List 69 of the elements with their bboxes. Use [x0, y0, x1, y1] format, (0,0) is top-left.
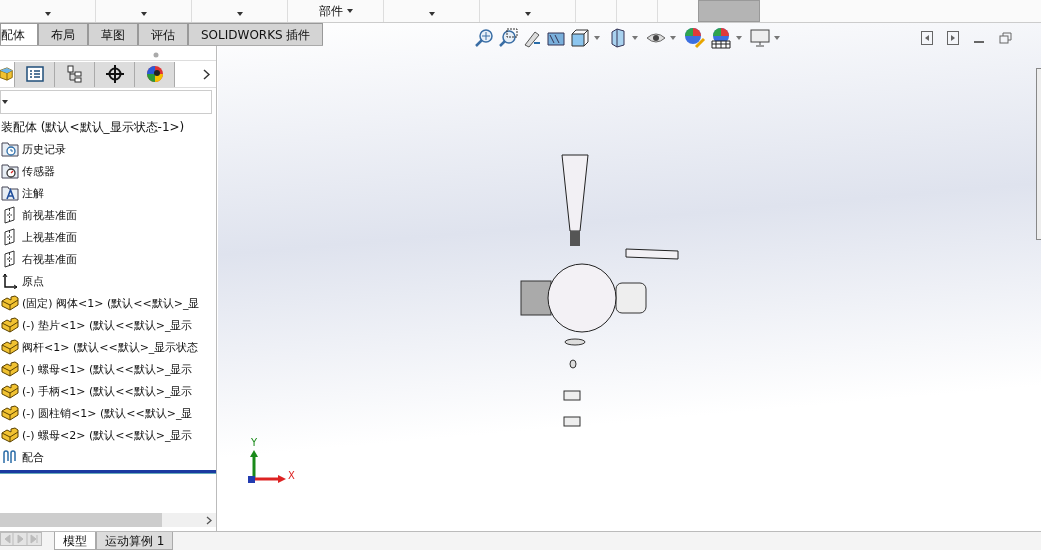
tree-item[interactable]: (固定) 阀体<1> (默认<<默认>_显: [22, 295, 200, 311]
tree-item[interactable]: 注解: [22, 185, 44, 201]
scene-icon[interactable]: [710, 27, 732, 49]
tree-item[interactable]: (-) 螺母<1> (默认<<默认>_显示: [22, 361, 193, 377]
cube-icon: [0, 66, 14, 82]
chevron-right-icon[interactable]: [203, 68, 210, 80]
tree-item[interactable]: 传感器: [22, 163, 55, 179]
caret-icon[interactable]: [140, 12, 147, 16]
chevron-right-icon[interactable]: [206, 515, 212, 525]
ribbon-tab[interactable]: SOLIDWORKS 插件: [188, 23, 324, 45]
appearance-edit-icon[interactable]: [684, 27, 706, 49]
tree-item[interactable]: (-) 圆柱销<1> (默认<<默认>_显: [22, 405, 193, 421]
ribbon-tab[interactable]: 评估: [138, 23, 188, 45]
grip-icon[interactable]: [152, 52, 159, 58]
crosshair-icon: [105, 65, 124, 83]
horizontal-scrollbar[interactable]: [0, 513, 216, 527]
tree-item[interactable]: 上视基准面: [22, 229, 77, 245]
color-ball-icon: [145, 65, 164, 83]
tree-item[interactable]: 阀杆<1> (默认<<默认>_显示状态: [22, 339, 199, 355]
monitor-icon[interactable]: [750, 28, 770, 48]
caret-icon[interactable]: [44, 12, 51, 16]
tree-item[interactable]: (-) 垫片<1> (默认<<默认>_显示: [22, 317, 193, 333]
tree-item[interactable]: (-) 手柄<1> (默认<<默认>_显示: [22, 383, 193, 399]
part-icon: [1, 405, 19, 421]
hierarchy-icon: [66, 65, 83, 83]
caret-icon[interactable]: [236, 12, 243, 16]
filter-field[interactable]: [0, 90, 212, 114]
view-cube-icon[interactable]: [570, 28, 590, 48]
origin-icon: [1, 273, 19, 289]
tree-item[interactable]: 历史记录: [22, 141, 66, 157]
bottom-tab[interactable]: 运动算例 1: [96, 532, 174, 550]
part-icon: [1, 295, 19, 311]
caret-icon[interactable]: [346, 9, 353, 13]
part-icon: [1, 383, 19, 399]
list-icon: [25, 66, 44, 82]
tree-item[interactable]: 配合: [22, 449, 44, 465]
zoom-area-icon[interactable]: [498, 28, 518, 48]
bottom-tab[interactable]: 模型: [54, 532, 96, 550]
task-pane-strip[interactable]: [1036, 68, 1041, 240]
ribbon-tab[interactable]: 布局: [38, 23, 88, 45]
tree-item[interactable]: 前视基准面: [22, 207, 77, 223]
restore-icon[interactable]: [999, 32, 1013, 44]
ribbon-tab[interactable]: 配体: [0, 23, 38, 45]
ribbon-tab[interactable]: 草图: [88, 23, 138, 45]
folder-letter-icon: [1, 185, 19, 201]
part-icon: [1, 427, 19, 443]
zoom-fit-icon[interactable]: [474, 28, 494, 48]
part-icon: [1, 339, 19, 355]
panel-tab[interactable]: [95, 61, 135, 87]
axis-triad-icon: [246, 449, 288, 483]
tree-root[interactable]: 装配体 (默认<默认_显示状态-1>): [0, 116, 216, 138]
caret-icon: [2, 100, 8, 104]
panel-tab[interactable]: [135, 61, 175, 87]
part-icon: [1, 317, 19, 333]
scroll-thumb[interactable]: [0, 513, 162, 527]
tree-item[interactable]: (-) 螺母<2> (默认<<默认>_显示: [22, 427, 193, 443]
ribbon-label[interactable]: 部件: [318, 4, 343, 18]
shaded-box-icon[interactable]: [608, 28, 628, 48]
paperclip-icon: [1, 449, 19, 465]
caret-icon[interactable]: [524, 12, 531, 16]
dock-left-icon[interactable]: [921, 31, 933, 45]
caret-icon[interactable]: [428, 12, 435, 16]
tree-item[interactable]: 右视基准面: [22, 251, 77, 267]
axis-label: X: [288, 470, 295, 481]
part-icon: [1, 361, 19, 377]
tree-item[interactable]: 原点: [22, 273, 44, 289]
rollback-bar[interactable]: [0, 470, 216, 474]
axis-label: Y: [251, 437, 258, 448]
dock-right-icon[interactable]: [947, 31, 959, 45]
